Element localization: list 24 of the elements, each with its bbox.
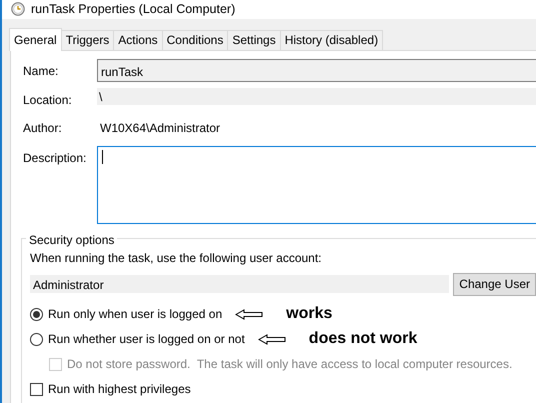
checkbox[interactable]	[30, 382, 43, 396]
tab[interactable]: History (disabled)	[280, 30, 384, 50]
option-label[interactable]: Run whether user is logged on or not	[48, 330, 245, 348]
field-label: Name:	[23, 62, 60, 80]
annotation-text: works	[286, 304, 332, 324]
left-arrow-icon	[235, 308, 264, 320]
readonly-field: \	[97, 88, 536, 105]
field-value: W10X64\Administrator	[99, 120, 222, 137]
option-label[interactable]: Run only when user is logged on	[48, 305, 222, 324]
annotation-text: does not work	[308, 329, 418, 350]
tab[interactable]: General	[9, 28, 62, 51]
change-user-button[interactable]: Change User	[453, 272, 536, 296]
account-field: Administrator	[30, 275, 450, 294]
field-label: Description:	[23, 150, 88, 167]
window-title: runTask Properties (Local Computer)	[31, 1, 236, 18]
radio-button[interactable]	[30, 308, 43, 321]
radio-button[interactable]	[30, 332, 43, 346]
text-field[interactable]: runTask	[97, 58, 536, 82]
prompt-text: When running the task, use the following user account:	[30, 250, 323, 267]
left-arrow-icon	[258, 334, 286, 345]
field-label: Author:	[23, 120, 63, 137]
option-label[interactable]: Run with highest privileges	[48, 380, 191, 398]
field-label: Location:	[23, 92, 73, 109]
description-field[interactable]	[97, 146, 536, 224]
